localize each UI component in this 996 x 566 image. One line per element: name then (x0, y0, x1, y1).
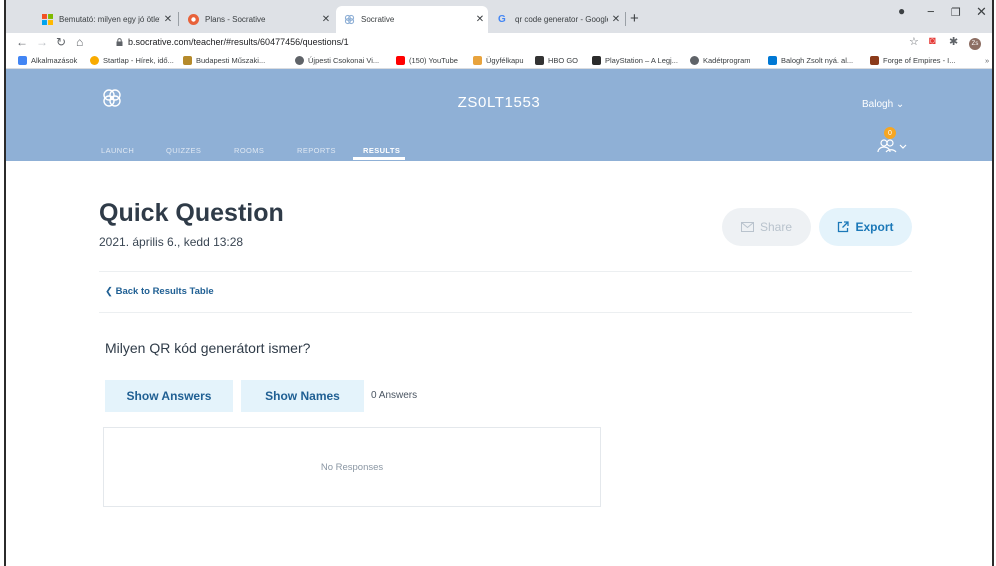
bookmark-playstation[interactable]: PlayStation – A Legj... (592, 56, 678, 65)
user-name: Balogh (862, 99, 894, 110)
share-label: Share (759, 220, 793, 234)
tab-title: Bemutató: milyen egy jó ötletbö (59, 15, 160, 24)
external-link-icon (838, 221, 850, 233)
responses-panel: No Responses (103, 427, 601, 507)
back-label: Back to Results Table (115, 286, 214, 297)
room-name: ZS0LT1553 (457, 94, 541, 111)
apps-grid-icon (18, 56, 27, 65)
tab-launch[interactable]: LAUNCH (101, 146, 134, 155)
microsoft-icon (42, 14, 53, 25)
timestamp: 2021. április 6., kedd 13:28 (99, 235, 244, 249)
bookmark-outlook[interactable]: Balogh Zsolt nyá. al... (768, 56, 853, 65)
incognito-icon[interactable]: ● (898, 4, 905, 18)
url-field[interactable]: b.socrative.com/teacher/#results/6047745… (128, 37, 349, 47)
bookmark-ujpest[interactable]: Újpesti Csokonai Vi... (295, 56, 379, 65)
tab-title: qr code generator - Google-kere (515, 15, 608, 24)
bme-icon (183, 56, 192, 65)
bookmark-startlap[interactable]: Startlap - Hírek, idő... (90, 56, 174, 65)
tab-title: Plans - Socrative (205, 15, 266, 24)
close-icon[interactable]: ✕ (472, 14, 488, 25)
bookmark-youtube[interactable]: (150) YouTube (396, 56, 458, 65)
window-close-button[interactable]: ✕ (976, 4, 987, 20)
page-title: Quick Question (99, 199, 284, 227)
chevron-down-icon: ⌄ (895, 99, 905, 110)
divider (99, 312, 912, 313)
user-menu[interactable]: Balogh ⌄ (862, 99, 904, 110)
tab-socrative[interactable]: Socrative ✕ (336, 6, 488, 33)
question-text: Milyen QR kód generátort ismer? (105, 340, 311, 356)
close-icon[interactable]: ✕ (318, 14, 334, 25)
tab-rooms[interactable]: ROOMS (234, 146, 264, 155)
app-header: ZS0LT1553 Balogh ⌄ LAUNCH QUIZZES ROOMS … (6, 69, 992, 161)
no-responses-text: No Responses (320, 462, 384, 473)
tab-separator (178, 12, 179, 26)
forward-arrow-icon[interactable]: → (36, 35, 48, 49)
tab-separator (625, 12, 626, 26)
tab-quizzes[interactable]: QUIZZES (166, 146, 201, 155)
export-button[interactable]: Export (819, 208, 912, 246)
tab-plans[interactable]: Plans - Socrative ✕ (180, 6, 334, 33)
menu-icon[interactable]: ⋮ (990, 35, 992, 48)
tab-google[interactable]: G qr code generator - Google-kere ✕ (490, 6, 624, 33)
lock-icon[interactable] (116, 38, 123, 46)
back-to-results-link[interactable]: ❮ Back to Results Table (105, 286, 214, 297)
socrative-logo-icon (344, 14, 355, 25)
close-icon[interactable]: ✕ (608, 14, 624, 25)
address-bar: ← → ↻ ⌂ b.socrative.com/teacher/#results… (6, 33, 992, 53)
bookmark-kadet[interactable]: Kadétprogram (690, 56, 751, 65)
maximize-button[interactable]: ❐ (951, 6, 961, 19)
divider (99, 271, 912, 272)
show-answers-button[interactable]: Show Answers (105, 380, 233, 412)
google-icon: G (498, 14, 506, 25)
answers-count: 0 Answers (371, 390, 418, 401)
outlook-icon (768, 56, 777, 65)
hbo-icon (535, 56, 544, 65)
students-icon[interactable] (872, 136, 912, 156)
bookmark-apps[interactable]: Alkalmazások (18, 56, 77, 65)
startlap-icon (90, 56, 99, 65)
mail-icon (740, 222, 754, 232)
youtube-icon (396, 56, 405, 65)
bookmarks-bar: Alkalmazások Startlap - Hírek, idő... Bu… (6, 53, 992, 69)
ugyfelkapu-icon (473, 56, 482, 65)
back-arrow-icon[interactable]: ← (16, 35, 28, 49)
minimize-button[interactable]: − (927, 4, 935, 19)
tab-title: Socrative (361, 15, 395, 24)
socrative-plans-icon (188, 14, 199, 25)
chevron-left-icon: ❮ (105, 286, 113, 297)
tab-bemutato[interactable]: Bemutató: milyen egy jó ötletbö ✕ (34, 6, 176, 33)
extensions-puzzle-icon[interactable]: ✱ (949, 35, 958, 48)
share-button[interactable]: Share (722, 208, 811, 246)
export-label: Export (855, 220, 894, 234)
bookmark-ugyfelkapu[interactable]: Ügyfélkapu (473, 56, 524, 65)
tab-strip: Bemutató: milyen egy jó ötletbö ✕ Plans … (6, 0, 992, 33)
bookmark-hbo[interactable]: HBO GO (535, 56, 578, 65)
extension-icon[interactable]: ◙ (929, 35, 936, 47)
forge-icon (870, 56, 879, 65)
globe-icon (690, 56, 699, 65)
reload-icon[interactable]: ↻ (56, 35, 66, 49)
active-tab-indicator (353, 157, 405, 160)
tab-reports[interactable]: REPORTS (297, 146, 336, 155)
tab-results[interactable]: RESULTS (363, 146, 400, 155)
bookmark-bme[interactable]: Budapesti Műszaki... (183, 56, 265, 65)
new-tab-button[interactable]: + (630, 10, 639, 27)
globe-icon (295, 56, 304, 65)
playstation-icon (592, 56, 601, 65)
bookmark-forge[interactable]: Forge of Empires - I... (870, 56, 956, 65)
profile-avatar[interactable]: Zs (969, 38, 981, 50)
show-names-button[interactable]: Show Names (241, 380, 364, 412)
close-icon[interactable]: ✕ (160, 14, 176, 25)
browser-window: Bemutató: milyen egy jó ötletbö ✕ Plans … (4, 0, 994, 566)
home-icon[interactable]: ⌂ (76, 35, 83, 49)
bookmark-star-icon[interactable]: ☆ (909, 35, 919, 48)
bookmarks-overflow-icon[interactable]: » (985, 56, 989, 65)
